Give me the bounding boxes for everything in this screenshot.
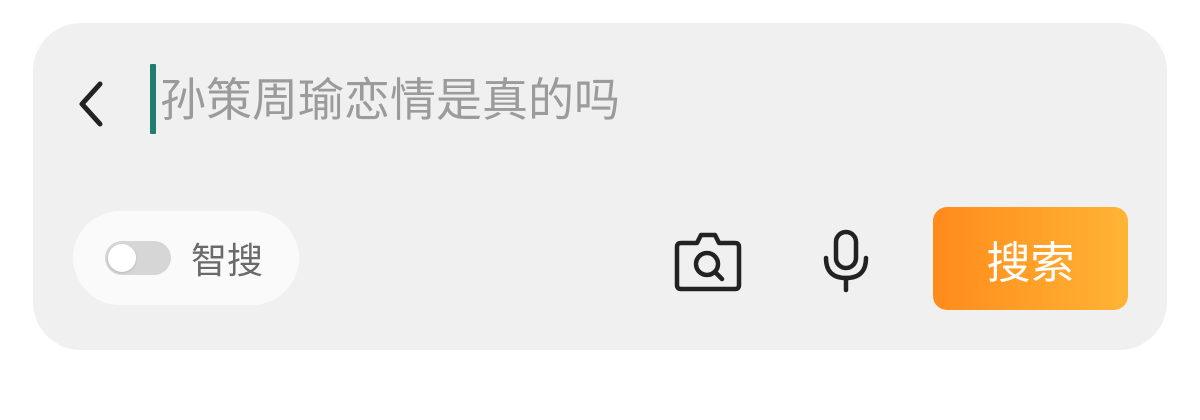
- search-field[interactable]: [150, 64, 1050, 136]
- camera-search-button[interactable]: [668, 222, 748, 300]
- microphone-icon: [823, 229, 869, 293]
- camera-search-icon: [674, 232, 742, 292]
- chevron-left-icon: [79, 81, 103, 127]
- search-input[interactable]: [150, 68, 1040, 132]
- search-button[interactable]: 搜索: [933, 207, 1128, 310]
- toggle-switch[interactable]: [105, 241, 171, 275]
- smart-search-toggle[interactable]: 智搜: [73, 211, 299, 305]
- toggle-knob: [108, 244, 136, 272]
- voice-search-button[interactable]: [808, 222, 884, 300]
- back-button[interactable]: [60, 62, 120, 142]
- smart-search-label: 智搜: [191, 241, 264, 282]
